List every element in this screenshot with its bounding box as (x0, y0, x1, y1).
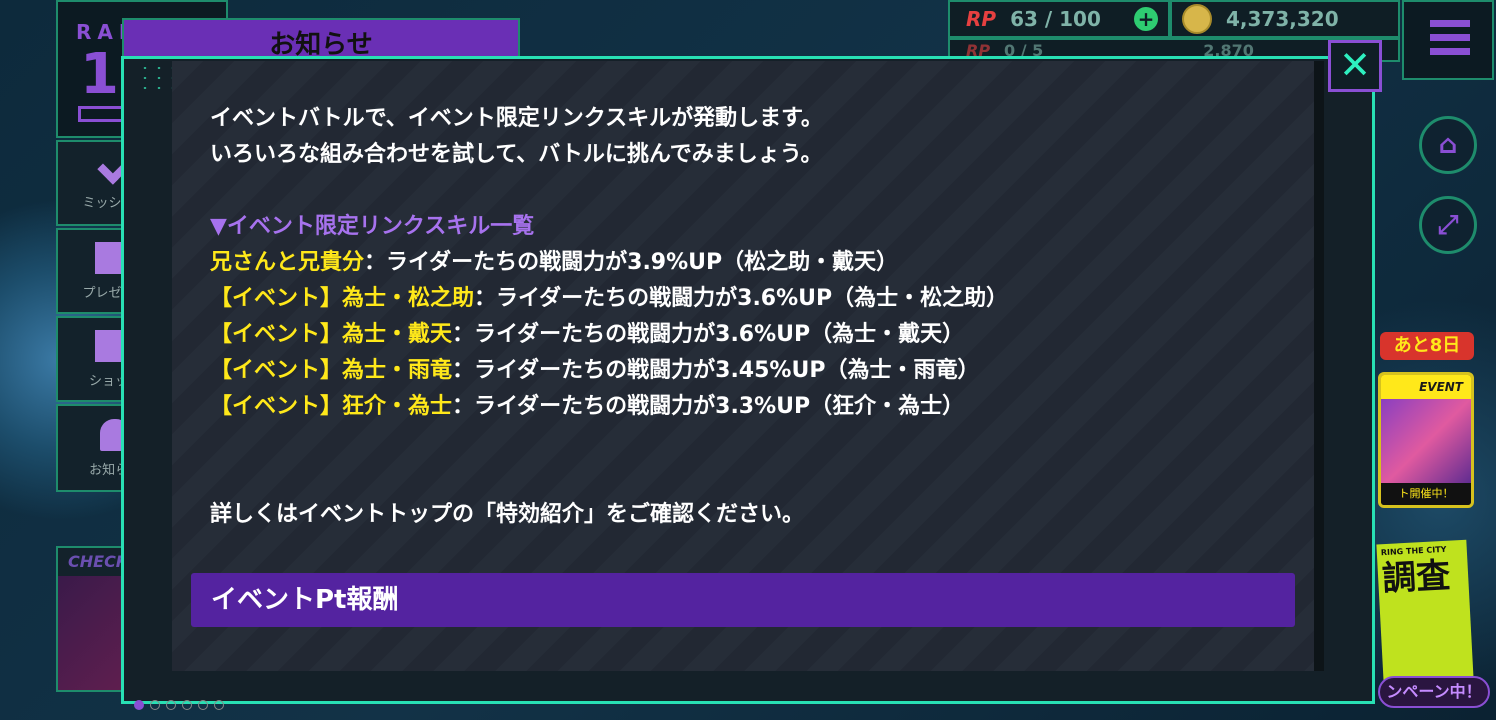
skill-name: 【イベント】為士・戴天 (210, 322, 453, 347)
hamburger-line-icon (1430, 20, 1470, 27)
hamburger-line-icon (1430, 48, 1470, 55)
rank-value: 1 (80, 42, 119, 107)
skill-row: 【イベント】為士・雨竜：ライダーたちの戦闘力が3.45%UP（為士・雨竜） (210, 353, 1008, 389)
campaign-big-text: 調査 (1381, 555, 1452, 600)
skill-desc: ：ライダーたちの戦闘力が3.45%UP（為士・雨竜） (452, 358, 980, 383)
pager-dot[interactable] (214, 700, 224, 710)
campaign-pill[interactable]: ンペーン中！ (1378, 676, 1490, 708)
coin-icon (1182, 4, 1212, 34)
menu-hamburger-button[interactable] (1402, 0, 1494, 80)
banner-pager (134, 700, 224, 710)
event-banner-footer: ト開催中！ (1381, 483, 1471, 505)
hamburger-line-icon (1430, 34, 1470, 41)
notice-modal: イベントバトルで、イベント限定リンクスキルが発動します。 いろいろな組み合わせを… (121, 56, 1375, 704)
skill-desc: ：ライダーたちの戦闘力が3.6%UP（為士・戴天） (452, 322, 965, 347)
pager-dot[interactable] (166, 700, 176, 710)
coin-value: 4,373,320 (1226, 7, 1339, 31)
modal-scrollbar[interactable] (1314, 61, 1324, 671)
pager-dot[interactable] (134, 700, 144, 710)
event-pt-reward-header: イベントPt報酬 (191, 573, 1295, 627)
skill-list-heading: ▼イベント限定リンクスキル一覧 (210, 214, 535, 239)
skill-desc: ：ライダーたちの戦闘力が3.3%UP（狂介・為士） (452, 394, 965, 419)
skill-name: 【イベント】為士・雨竜 (210, 358, 453, 383)
coin-status: 4,373,320 (1170, 0, 1400, 38)
home-settings-button[interactable]: ⌂ (1419, 116, 1477, 174)
skill-name: 【イベント】狂介・為士 (210, 394, 453, 419)
pager-dot[interactable] (182, 700, 192, 710)
rp-add-button[interactable]: + (1134, 7, 1158, 31)
rp-label: RP (966, 7, 997, 31)
footer-note: 詳しくはイベントトップの「特効紹介」をご確認ください。 (210, 502, 805, 527)
skill-row: 【イベント】為士・松之助：ライダーたちの戦闘力が3.6%UP（為士・松之助） (210, 281, 1008, 317)
home-gear-icon: ⌂ (1438, 130, 1458, 160)
close-button[interactable]: ✕ (1328, 40, 1382, 92)
modal-text-content: イベントバトルで、イベント限定リンクスキルが発動します。 いろいろな組み合わせを… (210, 101, 1008, 533)
intro-line: いろいろな組み合わせを試して、バトルに挑んでみましょう。 (210, 142, 823, 167)
fullscreen-icon: ⤢ (1437, 209, 1459, 240)
fullscreen-button[interactable]: ⤢ (1419, 196, 1477, 254)
skill-desc: ：ライダーたちの戦闘力が3.9%UP（松之助・戴天） (364, 250, 899, 275)
campaign-banner[interactable]: RING THE CITY 調査 (1376, 539, 1474, 685)
close-icon: ✕ (1339, 43, 1371, 87)
skill-name: 兄さんと兄貴分 (210, 250, 365, 275)
days-left-badge: あと8日 (1380, 332, 1474, 360)
skill-name: 【イベント】為士・松之助 (210, 286, 475, 311)
skill-desc: ：ライダーたちの戦闘力が3.6%UP（為士・松之助） (474, 286, 1009, 311)
skill-row: 【イベント】為士・戴天：ライダーたちの戦闘力が3.6%UP（為士・戴天） (210, 317, 1008, 353)
rp-value: 63 / 100 (1010, 7, 1101, 31)
skill-row: 【イベント】狂介・為士：ライダーたちの戦闘力が3.3%UP（狂介・為士） (210, 389, 1008, 425)
event-banner-label: EVENT (1381, 375, 1471, 399)
event-banner[interactable]: EVENT ト開催中！ (1378, 372, 1474, 508)
pager-dot[interactable] (150, 700, 160, 710)
pager-dot[interactable] (198, 700, 208, 710)
skill-row: 兄さんと兄貴分：ライダーたちの戦闘力が3.9%UP（松之助・戴天） (210, 245, 1008, 281)
intro-line: イベントバトルで、イベント限定リンクスキルが発動します。 (210, 106, 823, 131)
event-banner-image (1381, 399, 1471, 487)
